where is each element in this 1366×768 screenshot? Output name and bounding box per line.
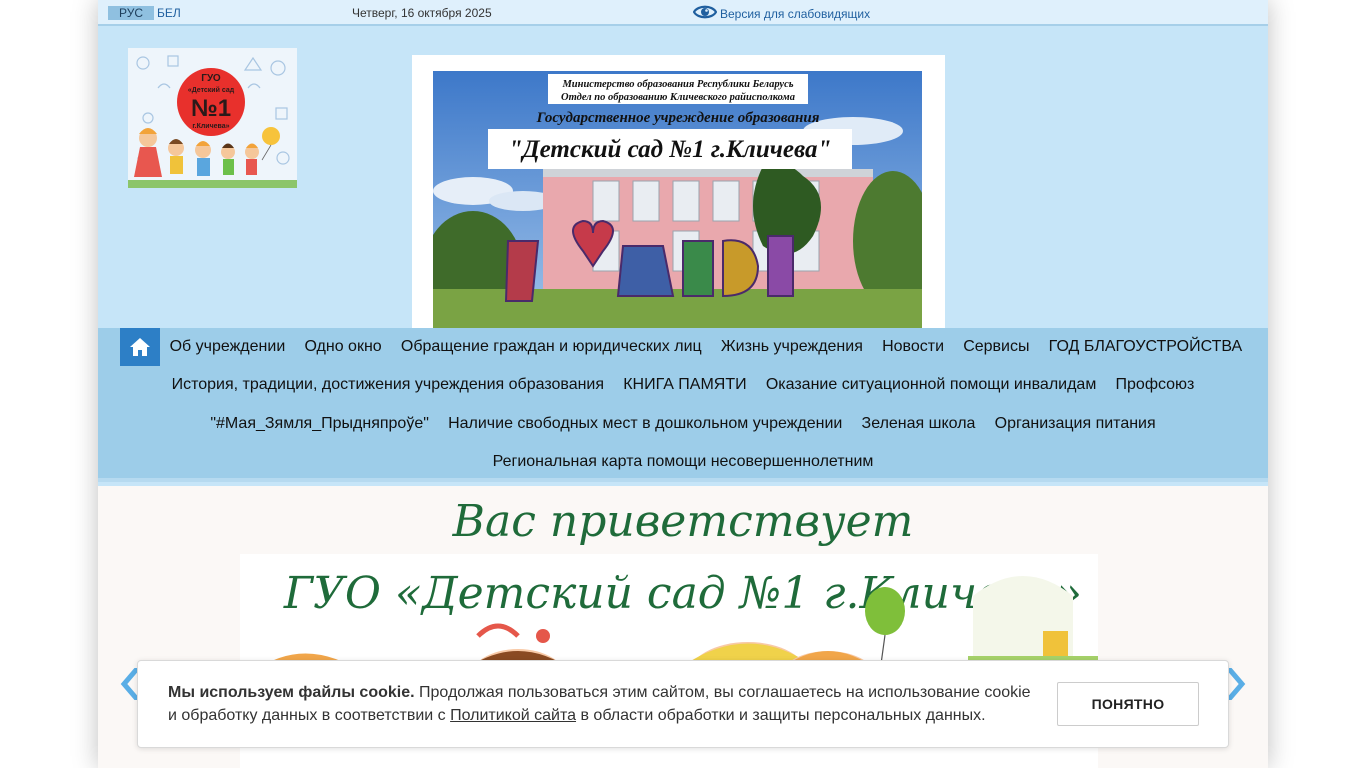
top-bar: РУС БЕЛ Четверг, 16 октября 2025 Версия … bbox=[98, 0, 1268, 26]
main-navigation: Об учреждении Одно окно Обращение гражда… bbox=[98, 328, 1268, 482]
slider-greeting: Вас приветствует bbox=[452, 496, 914, 547]
current-date: Четверг, 16 октября 2025 bbox=[352, 6, 492, 20]
cookie-accept-button[interactable]: ПОНЯТНО bbox=[1057, 682, 1199, 726]
nav-item[interactable]: Одно окно bbox=[295, 338, 391, 356]
nav-row-3: "#Мая_Зямля_Прыдняпроўе" Наличие свободн… bbox=[98, 405, 1268, 443]
nav-item[interactable]: Новости bbox=[872, 338, 953, 356]
logo-text-4: г.Кличева» bbox=[192, 123, 229, 130]
banner-ministry-2: Отдел по образованию Кличевского райиспо… bbox=[561, 92, 795, 103]
privacy-policy-link[interactable]: Политикой сайта bbox=[450, 707, 576, 724]
nav-item[interactable]: История, традиции, достижения учреждения… bbox=[162, 376, 614, 394]
nav-item[interactable]: Наличие свободных мест в дошкольном учре… bbox=[438, 415, 851, 433]
banner-ministry-1: Министерство образования Республики Бела… bbox=[561, 79, 793, 90]
nav-item[interactable]: Обращение граждан и юридических лиц bbox=[391, 338, 711, 356]
banner-photo: Министерство образования Республики Бела… bbox=[433, 71, 922, 328]
cookie-banner: Мы используем файлы cookie. Продолжая по… bbox=[137, 660, 1229, 748]
banner-name: "Детский сад №1 г.Кличева" bbox=[509, 136, 832, 163]
banner-institution-type: Государственное учреждение образования bbox=[536, 110, 820, 126]
nav-row-4: Региональная карта помощи несовершенноле… bbox=[98, 443, 1268, 481]
nav-row-2: История, традиции, достижения учреждения… bbox=[98, 366, 1268, 404]
nav-item[interactable]: Оказание ситуационной помощи инвалидам bbox=[756, 376, 1106, 394]
nav-item[interactable]: Профсоюз bbox=[1106, 376, 1204, 394]
eye-icon[interactable] bbox=[693, 3, 717, 21]
nav-item[interactable]: Об учреждении bbox=[160, 338, 295, 356]
logo-text-1: ГУО bbox=[201, 73, 221, 84]
nav-item[interactable]: КНИГА ПАМЯТИ bbox=[614, 376, 757, 394]
cookie-message: Мы используем файлы cookie. Продолжая по… bbox=[168, 681, 1038, 727]
logo-text-3: №1 bbox=[191, 95, 231, 122]
nav-item[interactable]: "#Мая_Зямля_Прыдняпроўе" bbox=[201, 415, 439, 433]
page: РУС БЕЛ Четверг, 16 октября 2025 Версия … bbox=[98, 0, 1268, 768]
site-logo[interactable]: ГУО «Детский сад №1 г.Кличева» bbox=[128, 48, 297, 188]
language-by-link[interactable]: БЕЛ bbox=[157, 6, 181, 20]
slider-next-arrow[interactable] bbox=[1226, 668, 1246, 700]
cookie-text-2: в области обработки и защиты персональны… bbox=[576, 707, 986, 724]
slider-title: ГУО «Детский сад №1 г.Кличева» bbox=[283, 568, 1082, 619]
cookie-bold-text: Мы используем файлы cookie. bbox=[168, 684, 415, 701]
nav-item[interactable]: Жизнь учреждения bbox=[711, 338, 872, 356]
nav-item[interactable]: Сервисы bbox=[954, 338, 1039, 356]
nav-row-1: Об учреждении Одно окно Обращение гражда… bbox=[98, 328, 1268, 366]
nav-item[interactable]: Зеленая школа bbox=[852, 415, 985, 433]
low-vision-version-link[interactable]: Версия для слабовидящих bbox=[720, 7, 870, 21]
logo-text-2: «Детский сад bbox=[188, 86, 235, 94]
language-ru-button[interactable]: РУС bbox=[108, 6, 154, 20]
nav-item[interactable]: Региональная карта помощи несовершенноле… bbox=[483, 453, 883, 471]
header-banner: Министерство образования Республики Бела… bbox=[412, 55, 945, 328]
nav-item[interactable]: ГОД БЛАГОУСТРОЙСТВА bbox=[1039, 338, 1252, 356]
nav-item[interactable]: Организация питания bbox=[985, 415, 1165, 433]
